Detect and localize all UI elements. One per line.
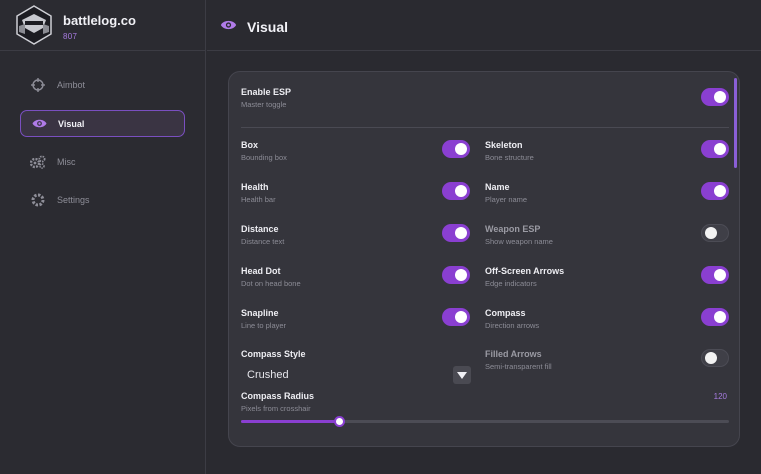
option-enable-esp: Enable ESP Master toggle [241, 87, 291, 109]
gears-icon [30, 154, 46, 170]
select-value: Crushed [247, 369, 289, 381]
option-weapon-esp: Weapon ESP Show weapon name [485, 224, 553, 246]
toggle-knob [714, 143, 726, 155]
option-health: Health Health bar [241, 182, 276, 204]
option-distance: Distance Distance text [241, 224, 284, 246]
sidebar-item-label: Visual [58, 118, 85, 129]
slider-fill [241, 420, 339, 423]
compass-radius-slider[interactable] [241, 416, 729, 427]
brand-header: battlelog.co 807 [0, 0, 206, 51]
option-description: Master toggle [241, 100, 287, 109]
sidebar-item-misc[interactable]: Misc [20, 148, 185, 175]
option-title: Skeleton [485, 140, 523, 150]
skeleton-toggle[interactable] [701, 140, 729, 158]
option-filled-arrows: Filled Arrows Semi-transparent fill [485, 349, 552, 371]
toggle-knob [455, 311, 467, 323]
option-box: Box Bounding box [241, 140, 287, 162]
option-description: Player name [485, 195, 528, 204]
toggle-knob [705, 227, 717, 239]
option-snapline: Snapline Line to player [241, 308, 286, 330]
option-compass: Compass Direction arrows [485, 308, 539, 330]
option-title: Off-Screen Arrows [485, 266, 565, 276]
option-title: Snapline [241, 308, 279, 318]
option-title: Distance [241, 224, 279, 234]
page-title: Visual [247, 19, 288, 35]
health-toggle[interactable] [442, 182, 470, 200]
crosshair-icon [30, 77, 46, 93]
option-title: Health [241, 182, 269, 192]
divider [241, 127, 729, 128]
head-dot-toggle[interactable] [442, 266, 470, 284]
toggle-knob [705, 352, 717, 364]
visual-settings-card: Enable ESP Master toggle Box Bounding bo… [228, 71, 740, 447]
option-title: Weapon ESP [485, 224, 541, 234]
sidebar-item-visual[interactable]: Visual [20, 110, 185, 137]
option-description: Edge indicators [485, 279, 537, 288]
snapline-toggle[interactable] [442, 308, 470, 326]
option-description: Bounding box [241, 153, 287, 162]
offscreen-arrows-toggle[interactable] [701, 266, 729, 284]
option-head-dot: Head Dot Dot on head bone [241, 266, 301, 288]
option-name: Name Player name [485, 182, 527, 204]
option-description: Dot on head bone [241, 279, 301, 288]
sidebar: battlelog.co 807 Aimbot Visual Misc Sett… [0, 0, 206, 474]
option-title: Compass Radius [241, 391, 315, 401]
eye-icon [220, 18, 237, 36]
slider-handle[interactable] [333, 416, 345, 427]
toggle-knob [455, 227, 467, 239]
page-header: Visual [207, 0, 761, 51]
option-offscreen-arrows: Off-Screen Arrows Edge indicators [485, 266, 564, 288]
toggle-knob [455, 269, 467, 281]
option-title: Head Dot [241, 266, 281, 276]
option-compass-style: Compass Style [241, 349, 306, 359]
sidebar-item-label: Aimbot [57, 79, 86, 90]
toggle-knob [714, 185, 726, 197]
gear-icon [30, 192, 46, 208]
toggle-knob [714, 269, 726, 281]
option-compass-radius: Compass Radius Pixels from crosshair [241, 391, 314, 413]
logo [16, 5, 52, 45]
option-description: Show weapon name [485, 237, 553, 246]
sidebar-item-aimbot[interactable]: Aimbot [20, 71, 185, 98]
option-title: Compass [485, 308, 526, 318]
toggle-knob [714, 311, 726, 323]
box-toggle[interactable] [442, 140, 470, 158]
weapon-esp-toggle[interactable] [701, 224, 729, 242]
toggle-knob [714, 91, 726, 103]
scrollbar[interactable] [734, 78, 737, 168]
eye-icon [31, 116, 47, 132]
option-title: Enable ESP [241, 87, 292, 97]
chevron-down-icon[interactable] [453, 366, 471, 384]
option-description: Bone structure [485, 153, 534, 162]
option-title: Name [485, 182, 510, 192]
option-description: Direction arrows [485, 321, 540, 330]
toggle-knob [455, 185, 467, 197]
option-title: Box [241, 140, 259, 150]
toggle-knob [455, 143, 467, 155]
option-description: Pixels from crosshair [241, 404, 311, 413]
option-title: Filled Arrows [485, 349, 542, 359]
option-title: Compass Style [241, 349, 306, 359]
compass-radius-value: 120 [713, 392, 727, 401]
option-description: Distance text [241, 237, 285, 246]
compass-toggle[interactable] [701, 308, 729, 326]
option-description: Line to player [241, 321, 287, 330]
brand-subtitle: 807 [63, 32, 78, 41]
brand-name: battlelog.co [63, 13, 136, 28]
sidebar-item-label: Misc [57, 156, 76, 167]
sidebar-item-label: Settings [57, 194, 90, 205]
option-skeleton: Skeleton Bone structure [485, 140, 534, 162]
name-toggle[interactable] [701, 182, 729, 200]
filled-arrows-toggle[interactable] [701, 349, 729, 367]
option-description: Semi-transparent fill [485, 362, 552, 371]
enable-esp-toggle[interactable] [701, 88, 729, 106]
distance-toggle[interactable] [442, 224, 470, 242]
sidebar-item-settings[interactable]: Settings [20, 186, 185, 213]
option-description: Health bar [241, 195, 276, 204]
compass-style-select[interactable]: Crushed [241, 364, 471, 386]
